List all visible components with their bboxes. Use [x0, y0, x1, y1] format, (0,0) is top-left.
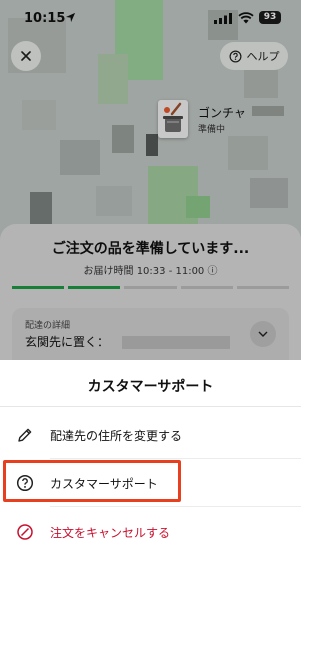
battery-indicator: 93 [259, 11, 281, 24]
delivery-details-label: 配達の詳細 [25, 321, 71, 331]
store-pin [158, 100, 188, 138]
progress-segment [124, 286, 177, 289]
cellular-signal-icon [214, 13, 232, 24]
progress-segment [236, 286, 290, 289]
change-address-option[interactable]: 配達先の住所を変更する [0, 411, 301, 459]
redacted-text [122, 336, 230, 349]
expand-details-button[interactable] [250, 321, 276, 347]
cancel-circle-icon [17, 524, 33, 540]
store-marker[interactable]: ゴンチャ 準備中 [158, 100, 288, 140]
redacted-text [252, 106, 284, 116]
store-name: ゴンチャ [198, 106, 246, 120]
close-icon [21, 51, 31, 61]
delivery-instruction: 玄関先に置く： [25, 335, 110, 349]
delivery-details-panel[interactable]: 配達の詳細 玄関先に置く： [12, 308, 289, 368]
help-button[interactable]: ヘルプ [220, 42, 288, 70]
help-button-label: ヘルプ [246, 50, 280, 63]
close-button[interactable] [11, 41, 41, 71]
customer-support-option[interactable]: カスタマーサポート [0, 459, 301, 507]
progress-segment [180, 286, 233, 289]
row-divider [50, 506, 301, 507]
progress-segment [68, 286, 121, 289]
store-status: 準備中 [198, 125, 226, 135]
progress-segment [12, 286, 65, 289]
support-bottom-sheet: カスタマーサポート 配達先の住所を変更する カスタマーサポート 注文をキャンセル… [0, 360, 301, 651]
question-circle-icon [229, 50, 241, 62]
location-arrow-icon [65, 12, 76, 23]
order-status-title: ご注文の品を準備しています... [51, 241, 250, 257]
order-progress-bar [12, 286, 290, 289]
pencil-icon [18, 428, 32, 442]
cooking-pot-icon [163, 102, 183, 132]
status-time: 10:15 [24, 11, 66, 26]
order-status-card: ご注文の品を準備しています... お届け時間 10:33 - 11:00 ⓘ 配… [0, 224, 301, 374]
customer-support-label: カスタマーサポート [50, 477, 158, 491]
cancel-order-option[interactable]: 注文をキャンセルする [0, 508, 301, 556]
app-screen: 10:15 93 ヘルプ ゴンチャ 準備中 ご注文の品を準備しています... お… [0, 0, 301, 651]
status-bar: 10:15 93 [0, 0, 301, 36]
question-circle-icon [16, 474, 34, 492]
wifi-icon [238, 12, 254, 24]
sheet-title: カスタマーサポート [87, 379, 214, 395]
delivery-time: お届け時間 10:33 - 11:00 ⓘ [83, 266, 218, 277]
chevron-down-icon [258, 331, 268, 337]
sheet-divider [0, 406, 301, 407]
cancel-order-label: 注文をキャンセルする [50, 526, 171, 540]
change-address-label: 配達先の住所を変更する [50, 429, 183, 443]
